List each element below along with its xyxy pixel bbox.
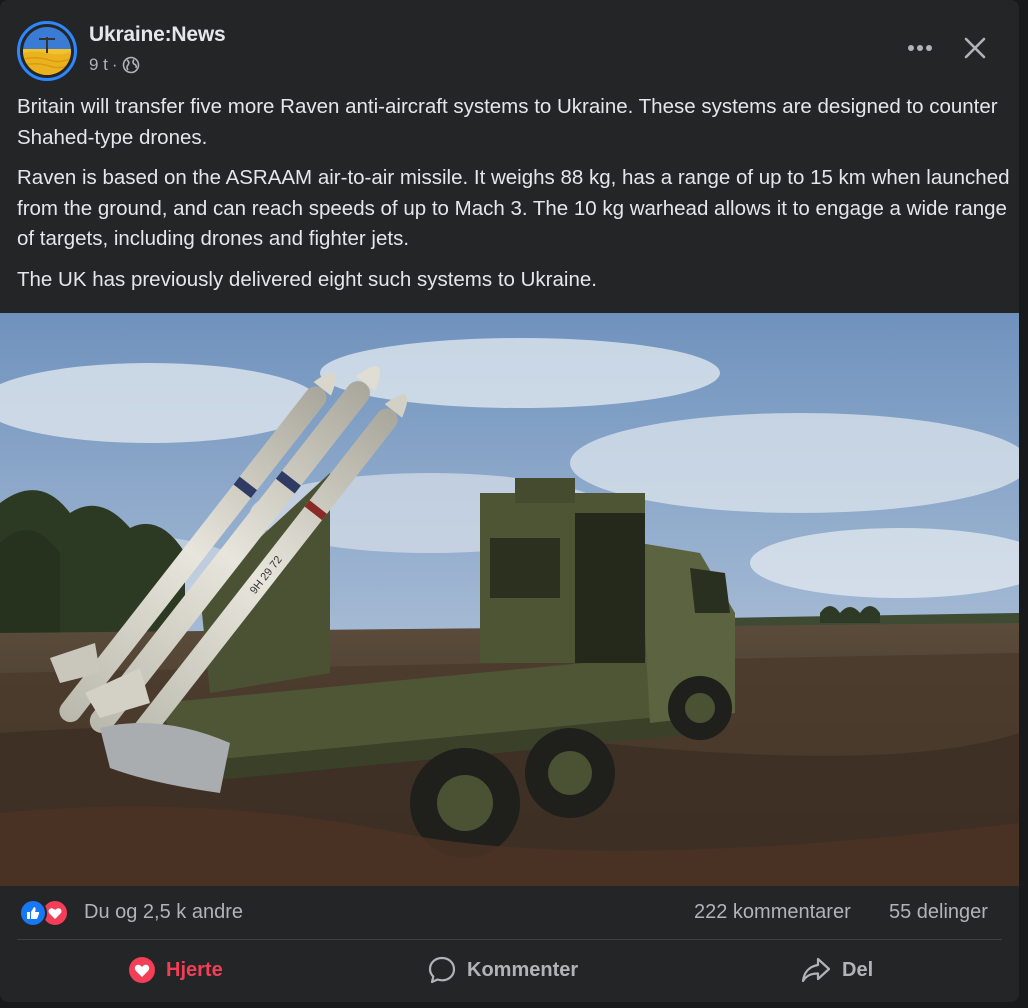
more-options-icon xyxy=(908,45,932,51)
comment-label: Kommenter xyxy=(467,958,579,981)
close-button[interactable] xyxy=(955,28,995,68)
post-paragraph: Raven is based on the ASRAAM air-to-air … xyxy=(17,166,1010,250)
share-button[interactable]: Del xyxy=(800,946,873,994)
love-reaction-label: Hjerte xyxy=(166,958,223,981)
page-avatar[interactable] xyxy=(17,21,77,81)
comments-count-link[interactable]: 222 kommentarer xyxy=(694,901,851,924)
post-photo[interactable]: 9H 29 72 xyxy=(0,313,1019,886)
avatar-image xyxy=(23,27,71,75)
meta-separator: · xyxy=(111,55,118,74)
share-label: Del xyxy=(842,958,874,981)
comment-icon xyxy=(428,956,456,984)
shares-count-link[interactable]: 55 delinger xyxy=(889,901,988,924)
comment-button[interactable]: Kommenter xyxy=(427,946,578,994)
page-name-link[interactable]: Ukraine:News xyxy=(89,23,226,47)
like-icon xyxy=(19,899,47,927)
globe-icon xyxy=(122,56,140,74)
post-header: Ukraine:News 9 t · xyxy=(0,0,1019,90)
more-options-button[interactable] xyxy=(900,30,940,66)
close-icon xyxy=(964,37,986,59)
love-reaction-button[interactable]: Hjerte xyxy=(128,946,223,994)
heart-icon xyxy=(129,957,155,983)
share-icon xyxy=(801,957,831,983)
post-text: Britain will transfer five more Raven an… xyxy=(17,92,1012,305)
reactions-summary[interactable]: Du og 2,5 k andre xyxy=(84,901,243,924)
reaction-icons[interactable] xyxy=(19,899,75,927)
post-timestamp[interactable]: 9 t xyxy=(89,55,108,75)
post-paragraph: Britain will transfer five more Raven an… xyxy=(17,95,998,149)
post-actions: Hjerte Kommenter Del xyxy=(0,940,1019,1000)
post-card: Ukraine:News 9 t · Britain will transfer… xyxy=(0,0,1019,1002)
post-meta: 9 t · xyxy=(89,55,140,75)
post-paragraph: The UK has previously delivered eight su… xyxy=(17,267,597,291)
reactions-row: Du og 2,5 k andre 222 kommentarer 55 del… xyxy=(0,886,1019,940)
